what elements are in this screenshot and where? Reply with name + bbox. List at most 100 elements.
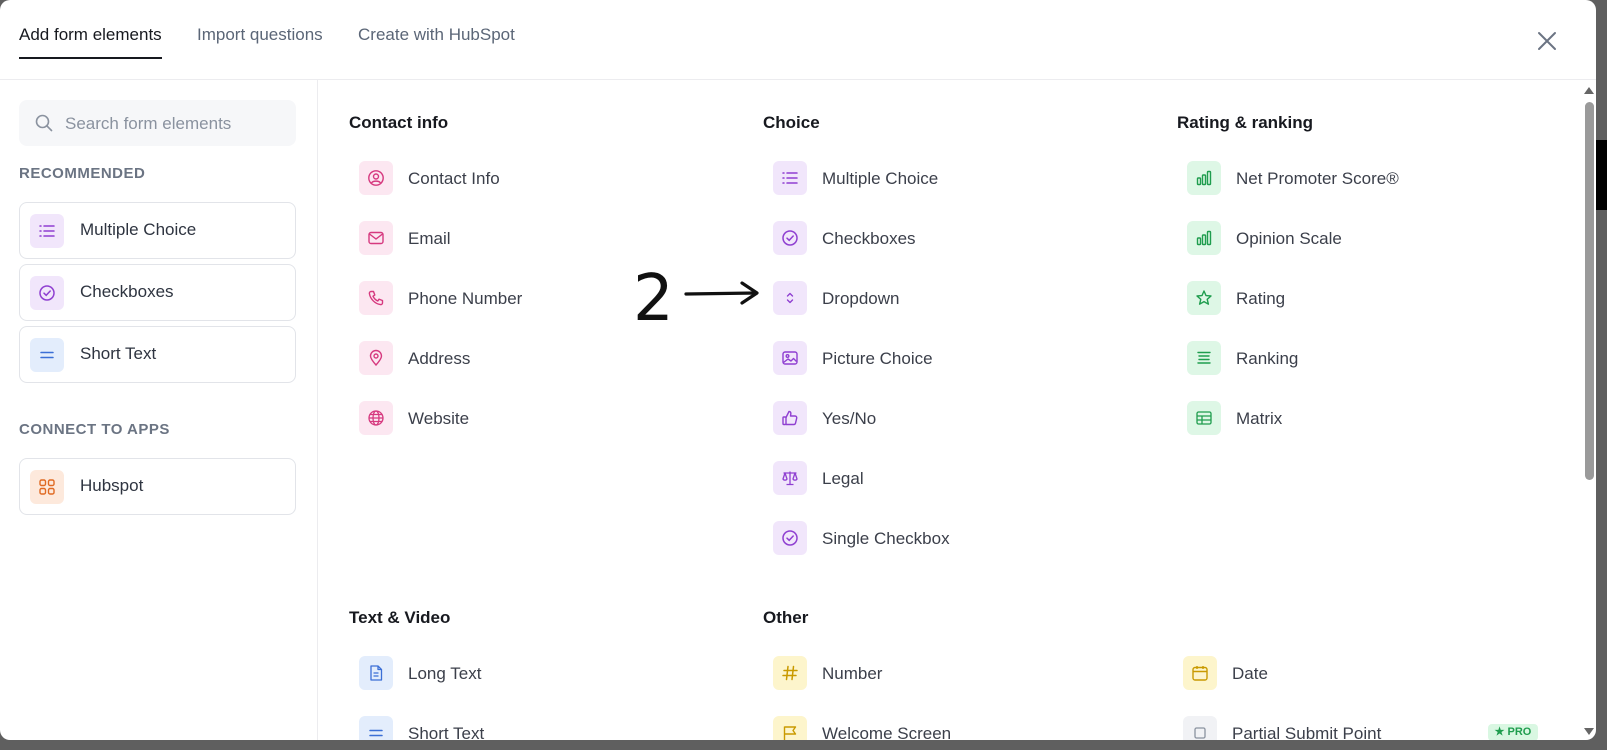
sidebar: RECOMMENDED Multiple Choice Checkboxes S…: [0, 80, 318, 740]
recommended-short-text[interactable]: Short Text: [19, 326, 296, 383]
section-title-text-video: Text & Video: [349, 608, 451, 627]
connect-to-apps-heading: CONNECT TO APPS: [19, 421, 170, 438]
element-label: Ranking: [1236, 349, 1299, 368]
element-label: Partial Submit Point: [1232, 724, 1382, 740]
search-input[interactable]: [63, 100, 287, 148]
element-yes-no[interactable]: Yes/No: [763, 398, 1123, 438]
element-net-promoter-score[interactable]: Net Promoter Score®: [1177, 158, 1537, 198]
element-partial-submit-point[interactable]: Partial Submit Point: [1173, 713, 1533, 740]
section-title-choice: Choice: [763, 113, 820, 132]
element-checkboxes[interactable]: Checkboxes: [763, 218, 1123, 258]
background-edge: [1596, 140, 1607, 210]
section-title-contact-info: Contact info: [349, 113, 449, 132]
element-picture-choice[interactable]: Picture Choice: [763, 338, 1123, 378]
app-hubspot[interactable]: Hubspot: [19, 458, 296, 515]
ranking-icon: [1187, 341, 1221, 375]
scrollbar-thumb[interactable]: [1585, 102, 1594, 480]
tab-import-questions[interactable]: Import questions: [197, 25, 323, 45]
search-box: [19, 100, 296, 148]
grid-icon: [30, 470, 64, 504]
element-label: Net Promoter Score®: [1236, 169, 1399, 188]
bar-chart-icon: [1187, 221, 1221, 255]
list-icon: [30, 214, 64, 248]
check-circle-icon: [773, 221, 807, 255]
side-card-label: Short Text: [80, 344, 157, 363]
check-circle-icon: [773, 521, 807, 555]
scroll-down-arrow-icon[interactable]: [1584, 728, 1594, 735]
table-icon: [1187, 401, 1221, 435]
element-dropdown[interactable]: Dropdown: [763, 278, 1123, 318]
section-title-other: Other: [763, 608, 809, 627]
check-circle-icon: [30, 276, 64, 310]
recommended-multiple-choice[interactable]: Multiple Choice: [19, 202, 296, 259]
recommended-checkboxes[interactable]: Checkboxes: [19, 264, 296, 321]
element-label: Address: [408, 349, 471, 368]
element-date[interactable]: Date: [1173, 653, 1533, 693]
side-card-label: Hubspot: [80, 476, 144, 495]
element-label: Opinion Scale: [1236, 229, 1342, 248]
search-icon: [35, 114, 53, 132]
element-email[interactable]: Email: [349, 218, 709, 258]
element-label: Phone Number: [408, 289, 523, 308]
element-label: Matrix: [1236, 409, 1283, 428]
element-label: Picture Choice: [822, 349, 933, 368]
tab-add-form-elements[interactable]: Add form elements: [19, 25, 162, 59]
list-icon: [773, 161, 807, 195]
element-opinion-scale[interactable]: Opinion Scale: [1177, 218, 1537, 258]
short-text-icon: [359, 716, 393, 740]
element-label: Multiple Choice: [822, 169, 939, 188]
element-label: Long Text: [408, 664, 482, 683]
bar-chart-icon: [1187, 161, 1221, 195]
element-legal[interactable]: Legal: [763, 458, 1123, 498]
section-title-rating-ranking: Rating & ranking: [1177, 113, 1314, 132]
element-matrix[interactable]: Matrix: [1177, 398, 1537, 438]
thumbs-up-icon: [773, 401, 807, 435]
square-icon: [1183, 716, 1217, 740]
element-number[interactable]: Number: [763, 653, 1123, 693]
document-icon: [359, 656, 393, 690]
element-label: Website: [408, 409, 470, 428]
element-welcome-screen[interactable]: Welcome Screen: [763, 713, 1123, 740]
mail-icon: [359, 221, 393, 255]
image-icon: [773, 341, 807, 375]
recommended-heading: RECOMMENDED: [19, 165, 146, 182]
element-label: Checkboxes: [822, 229, 916, 248]
chevron-updown-icon: [773, 281, 807, 315]
flag-icon: [773, 716, 807, 740]
element-label: Contact Info: [408, 169, 500, 188]
globe-icon: [359, 401, 393, 435]
element-ranking[interactable]: Ranking: [1177, 338, 1537, 378]
annotation-number: 2: [633, 262, 674, 336]
element-website[interactable]: Website: [349, 398, 709, 438]
element-multiple-choice[interactable]: Multiple Choice: [763, 158, 1123, 198]
user-circle-icon: [359, 161, 393, 195]
scales-icon: [773, 461, 807, 495]
scroll-up-arrow-icon[interactable]: [1584, 87, 1594, 94]
element-single-checkbox[interactable]: Single Checkbox: [763, 518, 1123, 558]
element-address[interactable]: Address: [349, 338, 709, 378]
element-label: Number: [822, 664, 883, 683]
dialog-header: Add form elements Import questions Creat…: [0, 0, 1596, 80]
phone-icon: [359, 281, 393, 315]
element-label: Yes/No: [822, 409, 877, 428]
star-icon: [1187, 281, 1221, 315]
element-contact-info[interactable]: Contact Info: [349, 158, 709, 198]
annotation-arrow-icon: [684, 281, 759, 305]
short-text-icon: [30, 338, 64, 372]
tab-create-with-hubspot[interactable]: Create with HubSpot: [358, 25, 515, 45]
element-label: Legal: [822, 469, 864, 488]
side-card-label: Multiple Choice: [80, 220, 197, 239]
close-icon[interactable]: [1534, 28, 1560, 54]
add-form-elements-dialog: Add form elements Import questions Creat…: [0, 0, 1596, 740]
map-pin-icon: [359, 341, 393, 375]
element-label: Welcome Screen: [822, 724, 952, 740]
element-label: Single Checkbox: [822, 529, 950, 548]
element-short-text[interactable]: Short Text: [349, 713, 709, 740]
element-rating[interactable]: Rating: [1177, 278, 1537, 318]
element-label: Short Text: [408, 724, 485, 740]
calendar-icon: [1183, 656, 1217, 690]
element-label: Email: [408, 229, 451, 248]
element-label: Dropdown: [822, 289, 900, 308]
element-long-text[interactable]: Long Text: [349, 653, 709, 693]
scrollbar[interactable]: [1582, 84, 1596, 740]
